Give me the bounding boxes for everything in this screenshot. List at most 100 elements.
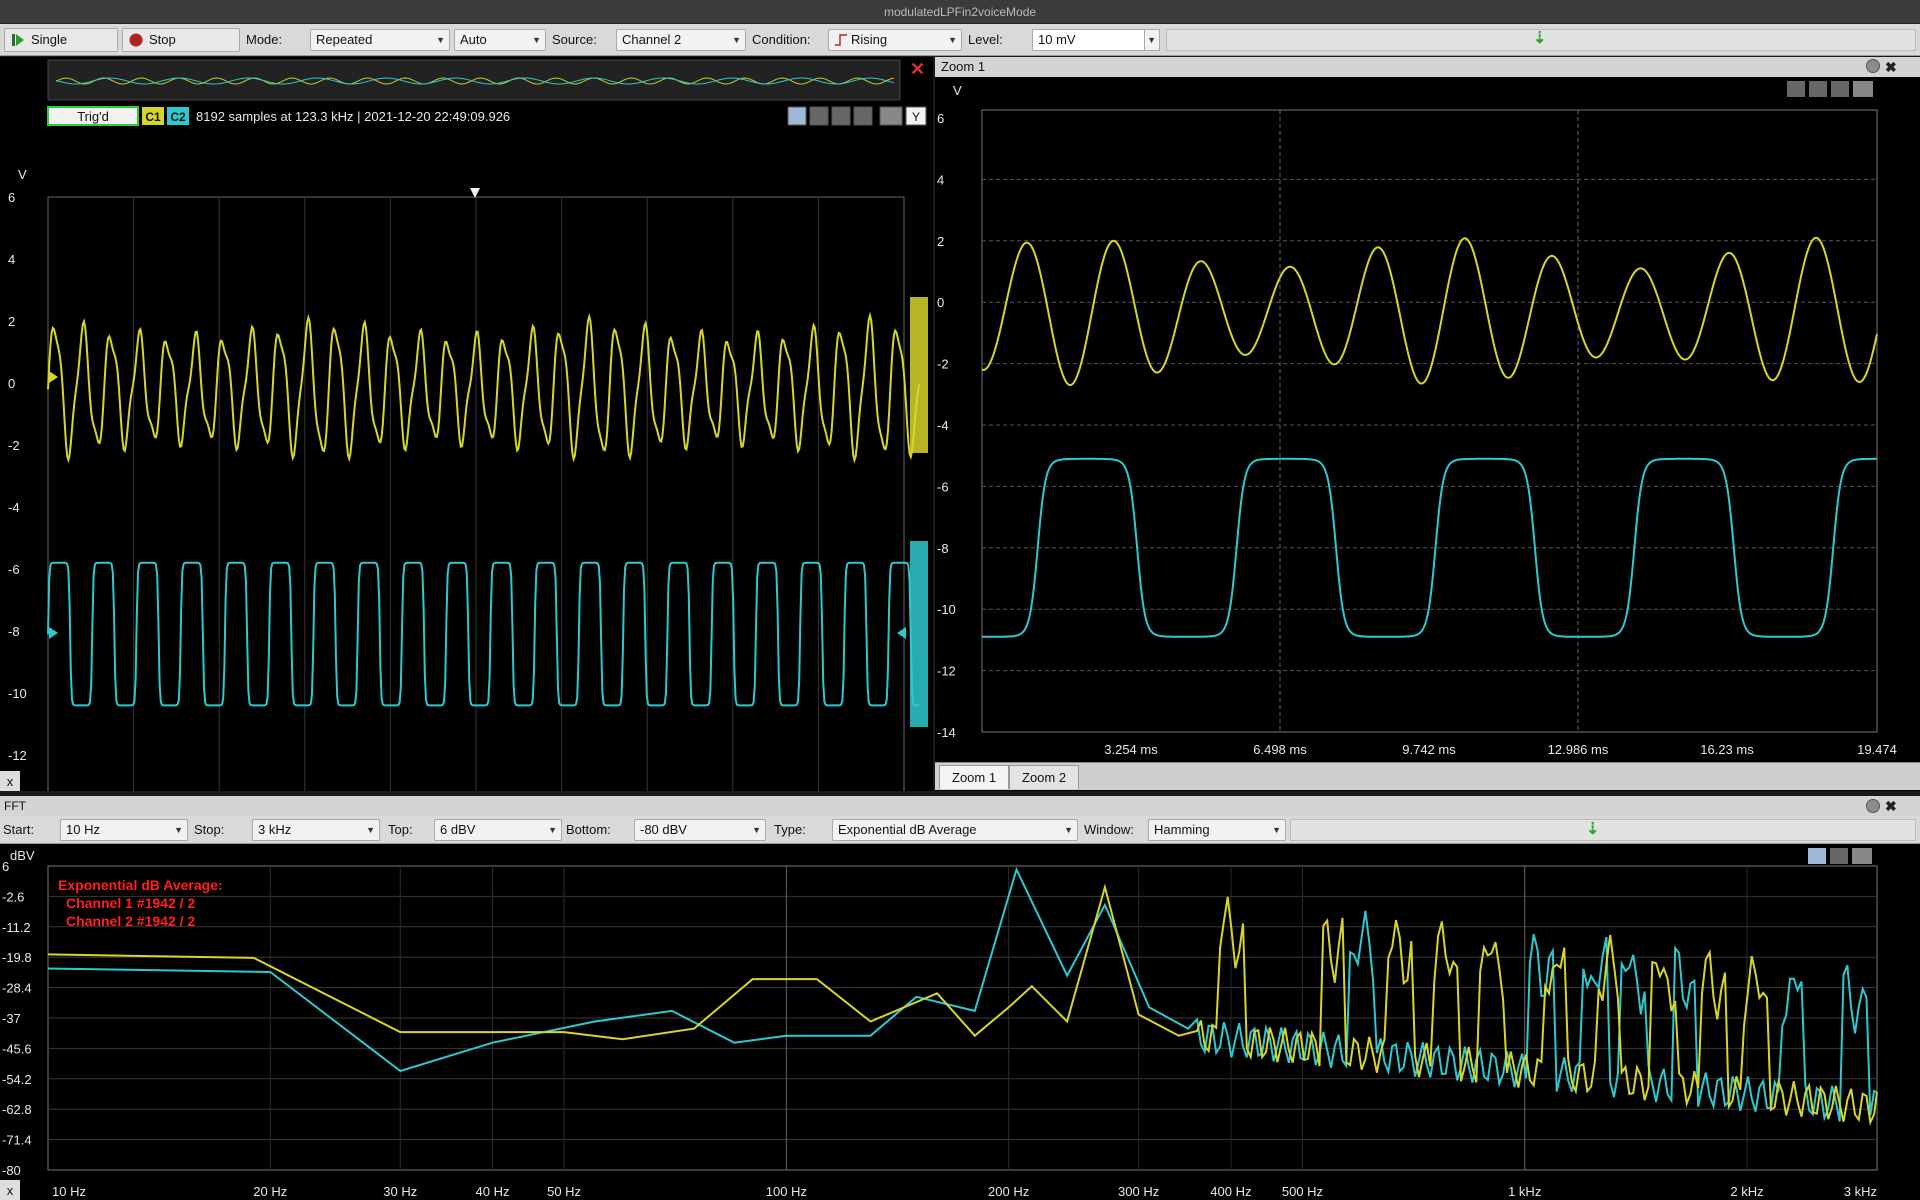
main-toolbar: Single Stop Mode: Repeated ▼ Auto ▼ Sour… <box>0 24 1920 56</box>
main-scope-plot[interactable]: ✕ Trig'd C1 C2 8192 samples at 123.3 kHz… <box>0 57 933 845</box>
source-select[interactable]: Channel 2 ▼ <box>616 29 746 51</box>
fft-type-select[interactable]: Exponential dB Average ▼ <box>832 819 1078 841</box>
fft-bottom-label: Bottom: <box>566 822 611 837</box>
cursor-icon[interactable] <box>1831 81 1849 97</box>
fft-legend-title: Exponential dB Average: <box>58 877 223 893</box>
fft-type-value: Exponential dB Average <box>838 822 977 837</box>
fft-y-tick-label: -11.2 <box>2 920 31 935</box>
y-tick-label: -6 <box>8 562 20 577</box>
fft-x-tick-label: 3 kHz <box>1844 1184 1877 1199</box>
tab-zoom-2[interactable]: Zoom 2 <box>1009 765 1080 789</box>
mode-value: Repeated <box>316 32 373 47</box>
condition-select[interactable]: Rising ▼ <box>828 29 962 51</box>
fft-top-value: 6 dBV <box>440 822 476 837</box>
fft-x-tick-label: 500 Hz <box>1282 1184 1323 1199</box>
fft-x-tick-label: 40 Hz <box>476 1184 510 1199</box>
mode-select[interactable]: Repeated ▼ <box>310 29 450 51</box>
y-tick-label: -10 <box>8 686 27 701</box>
autoscale-icon[interactable] <box>879 106 903 126</box>
fft-y-unit: dBV <box>10 848 35 863</box>
chevron-down-icon: ▼ <box>1147 35 1156 45</box>
zoom-x-ticks: 3.254 ms 6.498 ms 9.742 ms 12.986 ms 16.23 m… <box>1104 742 1897 757</box>
zoom-x-tick-label: 19.474 <box>1857 742 1897 757</box>
fft-bottom-value: -80 dBV <box>640 822 687 837</box>
fft-plot[interactable]: dBV 6 -2.6 -11.2 -19.8 -28.4 -37 -45.6 -54.2 -62… <box>0 844 1920 1200</box>
fft-window-value: Hamming <box>1154 822 1210 837</box>
condition-value: Rising <box>851 32 888 47</box>
y-tick-label: -2 <box>8 438 20 453</box>
fft-start-value: 10 Hz <box>66 822 100 837</box>
fft-x-tick-label: 30 Hz <box>383 1184 417 1199</box>
main-grid <box>47 196 905 818</box>
chevron-down-icon: ▼ <box>1064 825 1073 835</box>
fft-header: FFT <box>0 796 1920 816</box>
level-value: 10 mV <box>1038 32 1076 47</box>
fft-y-tick-label: -45.6 <box>2 1041 32 1056</box>
fft-toolbar: Start: 10 Hz ▼ Stop: 3 kHz ▼ Top: 6 dBV … <box>0 816 1920 844</box>
close-icon[interactable]: ✕ <box>910 59 925 79</box>
zoom-icon[interactable] <box>787 106 807 126</box>
cursor-icon[interactable] <box>853 106 873 126</box>
main-scope-view[interactable]: ✕ Trig'd C1 C2 8192 samples at 123.3 kHz… <box>0 57 933 845</box>
autoscale-icon[interactable] <box>1853 81 1873 97</box>
fft-y-tick-label: -19.8 <box>2 950 32 965</box>
restore-icon[interactable] <box>1866 799 1880 813</box>
single-run-icon <box>12 34 24 46</box>
chevron-down-icon: ▼ <box>1272 825 1281 835</box>
ch2-offset-marker[interactable] <box>49 627 58 639</box>
stop-button[interactable]: Stop <box>122 28 240 52</box>
fft-legend-ch2: Channel 2 #1942 / 2 <box>66 913 195 929</box>
ch2-scroll-indicator[interactable] <box>910 541 928 727</box>
y-tick-label: 6 <box>8 190 15 205</box>
cursor-icon[interactable] <box>1809 81 1827 97</box>
zoom-y-tick-label: 0 <box>937 295 944 310</box>
close-icon[interactable]: ✖ <box>1885 58 1897 76</box>
chevron-down-icon: ▼ <box>174 825 183 835</box>
fft-y-tick-label: -80 <box>2 1163 21 1178</box>
fft-window-select[interactable]: Hamming ▼ <box>1148 819 1286 841</box>
trigger-level-marker[interactable] <box>897 627 906 639</box>
fft-x-tick-label: 50 Hz <box>547 1184 581 1199</box>
window-title: modulatedLPFin2voiceMode <box>0 0 1920 24</box>
fft-bottom-select[interactable]: -80 dBV ▼ <box>634 819 766 841</box>
stop-button-label: Stop <box>149 32 176 47</box>
fft-y-tick-label: -54.2 <box>2 1072 32 1087</box>
zoom-x-tick-label: 12.986 ms <box>1548 742 1609 757</box>
single-button[interactable]: Single <box>4 28 118 52</box>
tab-zoom-1[interactable]: Zoom 1 <box>939 765 1010 789</box>
level-input[interactable]: 10 mV <box>1032 29 1160 51</box>
zoom-y-tick-label: -12 <box>937 664 956 679</box>
ch1-offset-marker[interactable] <box>49 371 58 383</box>
fft-stop-select[interactable]: 3 kHz ▼ <box>252 819 380 841</box>
fft-start-select[interactable]: 10 Hz ▼ <box>60 819 188 841</box>
autoscale-icon[interactable] <box>1852 848 1872 864</box>
zoom-scope-plot[interactable]: V 6 4 2 0 -2 -4 -6 -8 -10 -12 -14 3.254 ms 6.498 ms… <box>935 77 1920 782</box>
chevron-down-icon: ▼ <box>532 35 541 45</box>
y-tick-label: 4 <box>8 252 15 267</box>
fft-start-label: Start: <box>3 822 35 837</box>
fft-type-label: Type: <box>774 822 806 837</box>
ch1-scroll-indicator[interactable] <box>910 297 928 453</box>
close-icon[interactable]: ✖ <box>1885 797 1897 815</box>
restore-icon[interactable] <box>1866 59 1880 73</box>
zoom-y-unit: V <box>953 83 962 98</box>
cursor-icon[interactable] <box>1830 848 1848 864</box>
zoom-y-tick-label: 4 <box>937 172 944 187</box>
cursor-icon[interactable] <box>1808 848 1826 864</box>
cursor-icon[interactable] <box>809 106 829 126</box>
source-value: Channel 2 <box>622 32 682 47</box>
zoom-scope-view[interactable]: Zoom 1 ✖ V 6 4 2 0 -2 -4 -6 -8 -10 -12 -14 3.254 m… <box>935 57 1920 791</box>
fft-x-tick-label: 20 Hz <box>253 1184 287 1199</box>
zoom-grid <box>981 109 1878 733</box>
fft-top-select[interactable]: 6 dBV ▼ <box>434 819 562 841</box>
zoom-y-tick-label: -4 <box>937 418 949 433</box>
zoom-x-tick-label: 9.742 ms <box>1402 742 1456 757</box>
level-label: Level: <box>968 32 1003 47</box>
cursor-icon[interactable] <box>1787 81 1805 97</box>
down-arrow-icon: ⇣ <box>1586 821 1600 838</box>
auto-select[interactable]: Auto ▼ <box>454 29 546 51</box>
level-dropdown[interactable]: ▼ <box>1144 29 1160 51</box>
chevron-down-icon: ▼ <box>366 825 375 835</box>
fft-x-close-label: x <box>7 1183 14 1198</box>
cursor-icon[interactable] <box>831 106 851 126</box>
